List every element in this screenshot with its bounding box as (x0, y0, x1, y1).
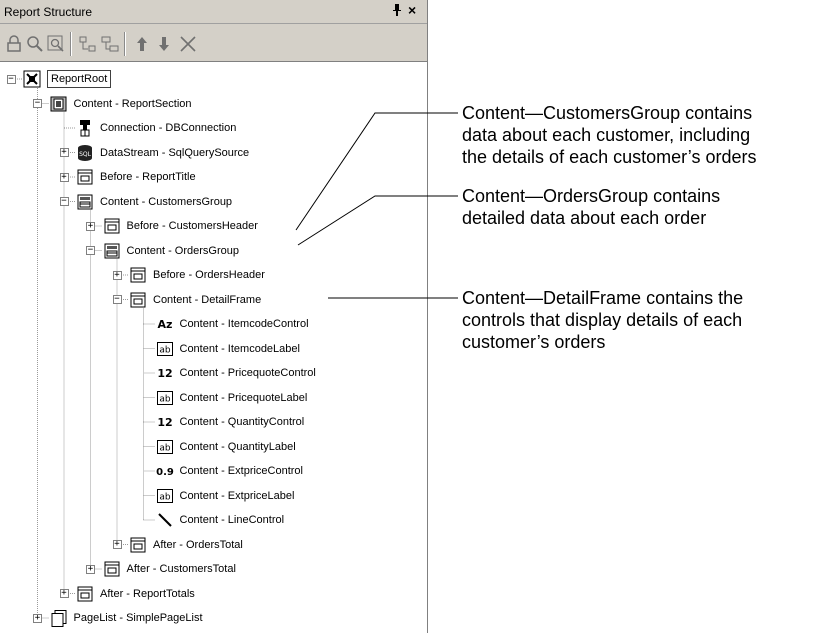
callout-line: controls that display details of each (462, 310, 743, 330)
callout-line: detailed data about each order (462, 208, 707, 228)
leader-line-customers (295, 112, 458, 231)
callout-orders-group: Content—OrdersGroup contains detailed da… (462, 185, 720, 229)
callout-line: data about each customer, including (462, 125, 751, 145)
callout-line: the details of each customer’s orders (462, 147, 757, 167)
callout-detail-frame: Content—DetailFrame contains the control… (462, 287, 743, 353)
callout-line: Content—CustomersGroup contains (462, 103, 753, 123)
callout-customers-group: Content—CustomersGroup contains data abo… (462, 102, 757, 168)
callout-line: customer’s orders (462, 332, 606, 352)
callout-line: Content—DetailFrame contains the (462, 288, 744, 308)
callout-line: Content—OrdersGroup contains (462, 186, 721, 206)
leader-line-orders (297, 195, 458, 246)
